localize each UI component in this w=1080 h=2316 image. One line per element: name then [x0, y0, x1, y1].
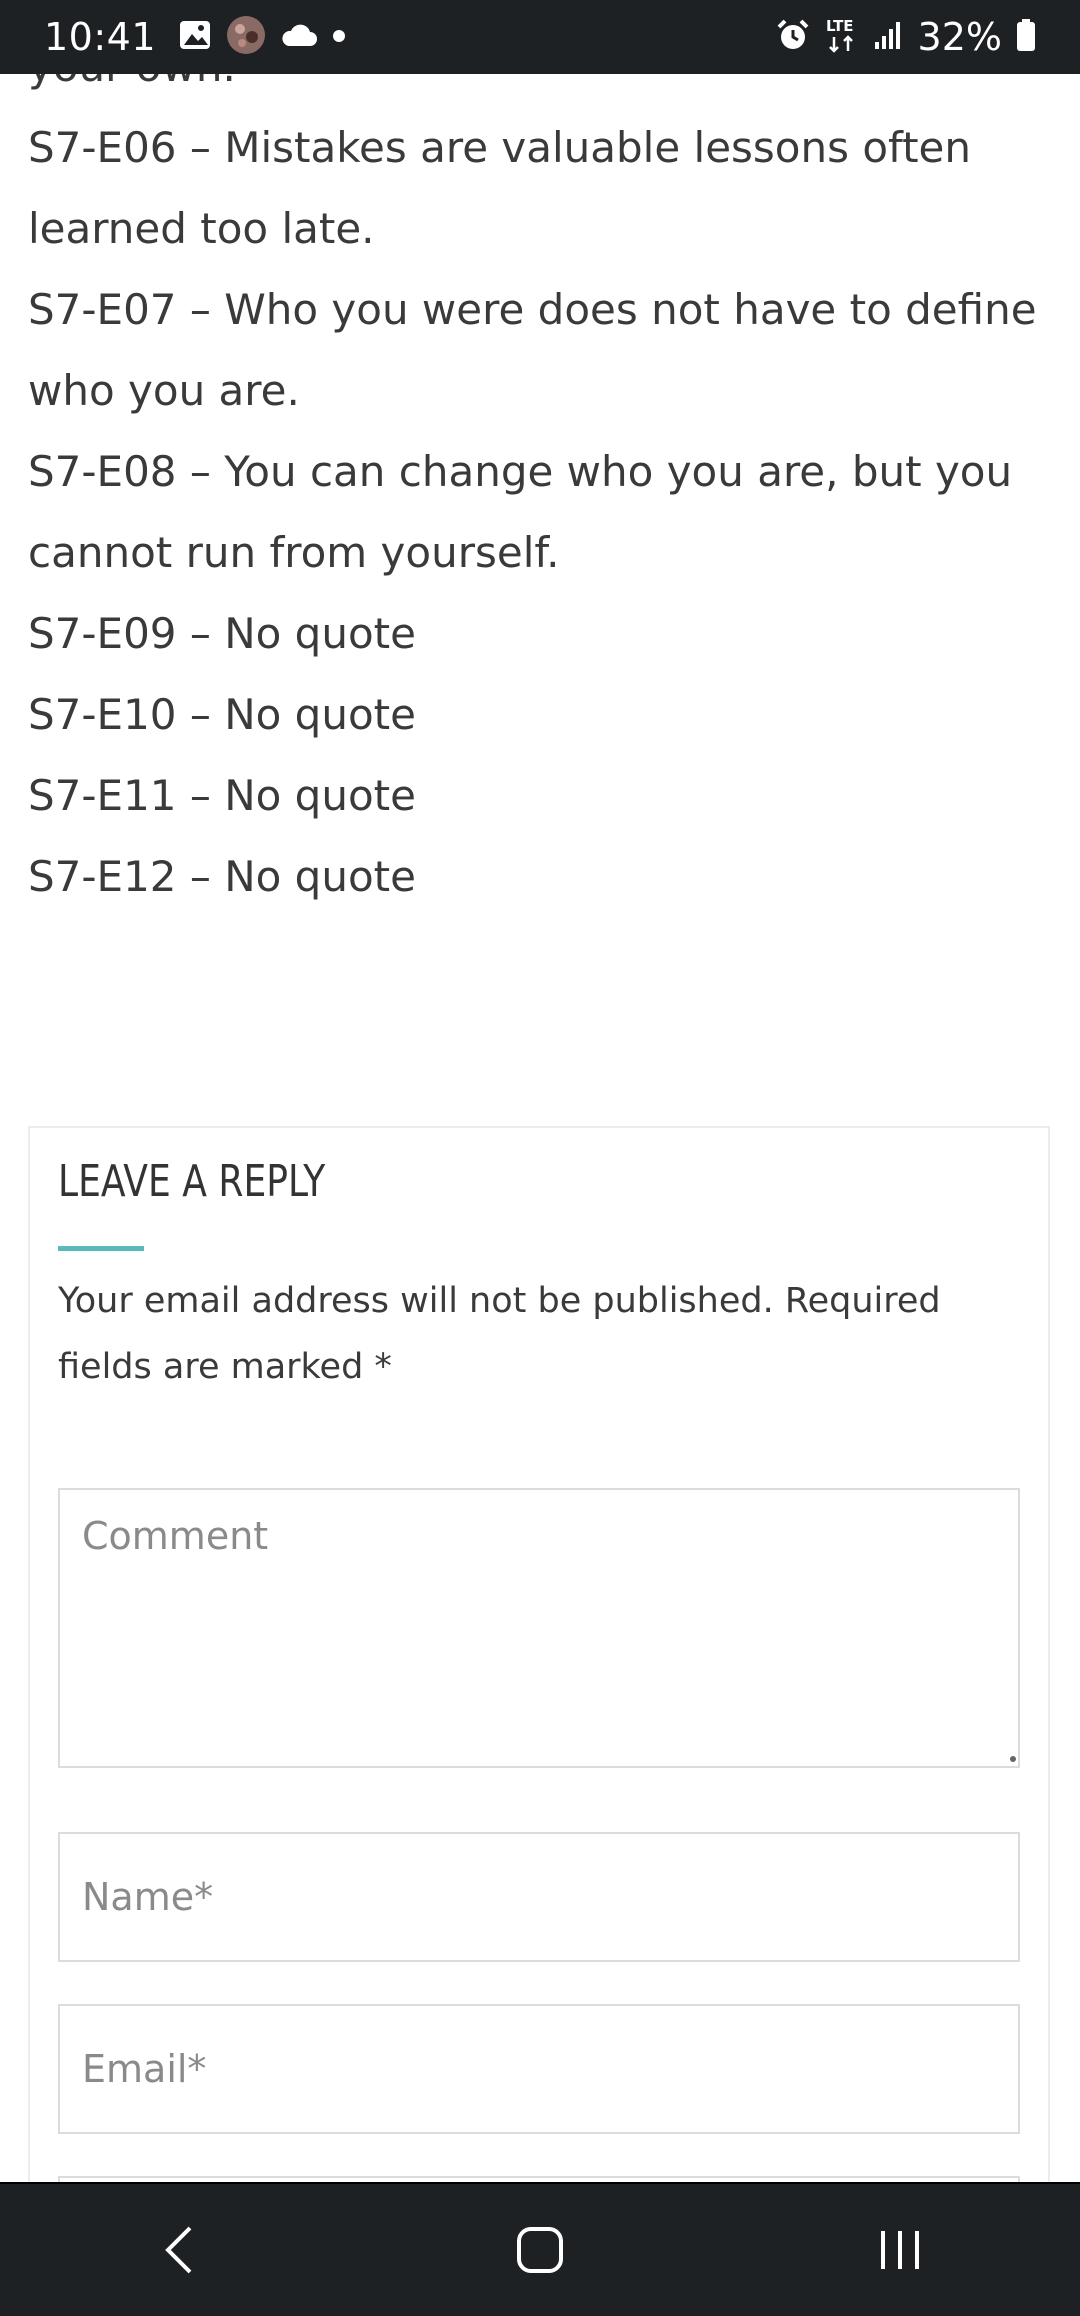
episode-quote: S7-E11 – No quote: [28, 771, 416, 820]
svg-text:LTE: LTE: [826, 17, 854, 35]
title-underline: [58, 1246, 144, 1251]
episode-quote: S7-E12 – No quote: [28, 852, 416, 901]
home-icon: [517, 2227, 563, 2273]
signal-icon: [874, 20, 904, 54]
reply-note: Your email address will not be published…: [58, 1281, 941, 1387]
battery-icon: [1016, 18, 1036, 56]
episode-quote: S7-E08 – You can change who you are, but…: [28, 447, 1013, 577]
page-content: your own. S7-E06 – Mistakes are valuable…: [0, 74, 1080, 2182]
gallery-icon: [178, 18, 212, 56]
episode-quote: S7-E10 – No quote: [28, 690, 416, 739]
episode-quote: S7-E07 – Who you were does not have to d…: [28, 285, 1037, 415]
recents-button[interactable]: [840, 2200, 960, 2300]
status-time: 10:41: [44, 15, 157, 59]
episode-quote: S7-E06 – Mistakes are valuable lessons o…: [28, 123, 972, 253]
alarm-icon: [776, 18, 810, 56]
status-notification-icons: [178, 15, 346, 59]
avatar-icon: [226, 15, 266, 59]
status-system-icons: LTE 32%: [776, 15, 1036, 59]
dot-icon: [332, 28, 346, 47]
back-button[interactable]: [120, 2200, 240, 2300]
back-icon: [165, 2226, 192, 2274]
reply-title: LEAVE A REPLY: [58, 1156, 326, 1207]
email-field[interactable]: [58, 2004, 1020, 2134]
article-body: your own. S7-E06 – Mistakes are valuable…: [28, 74, 1052, 917]
reply-form: LEAVE A REPLY Your email address will no…: [28, 1126, 1050, 2182]
battery-percentage: 32%: [917, 15, 1002, 59]
status-bar: 10:41 LTE 32%: [0, 0, 1080, 74]
cloud-icon: [280, 22, 318, 52]
recents-icon: [881, 2231, 919, 2269]
home-button[interactable]: [480, 2200, 600, 2300]
episode-quote: S7-E09 – No quote: [28, 609, 416, 658]
article-line: your own.: [28, 74, 1052, 107]
name-field[interactable]: [58, 1832, 1020, 1962]
lte-icon: LTE: [824, 15, 860, 59]
comment-field[interactable]: [58, 1488, 1020, 1768]
resize-grip[interactable]: [1010, 1756, 1016, 1762]
navigation-bar: [0, 2182, 1080, 2316]
